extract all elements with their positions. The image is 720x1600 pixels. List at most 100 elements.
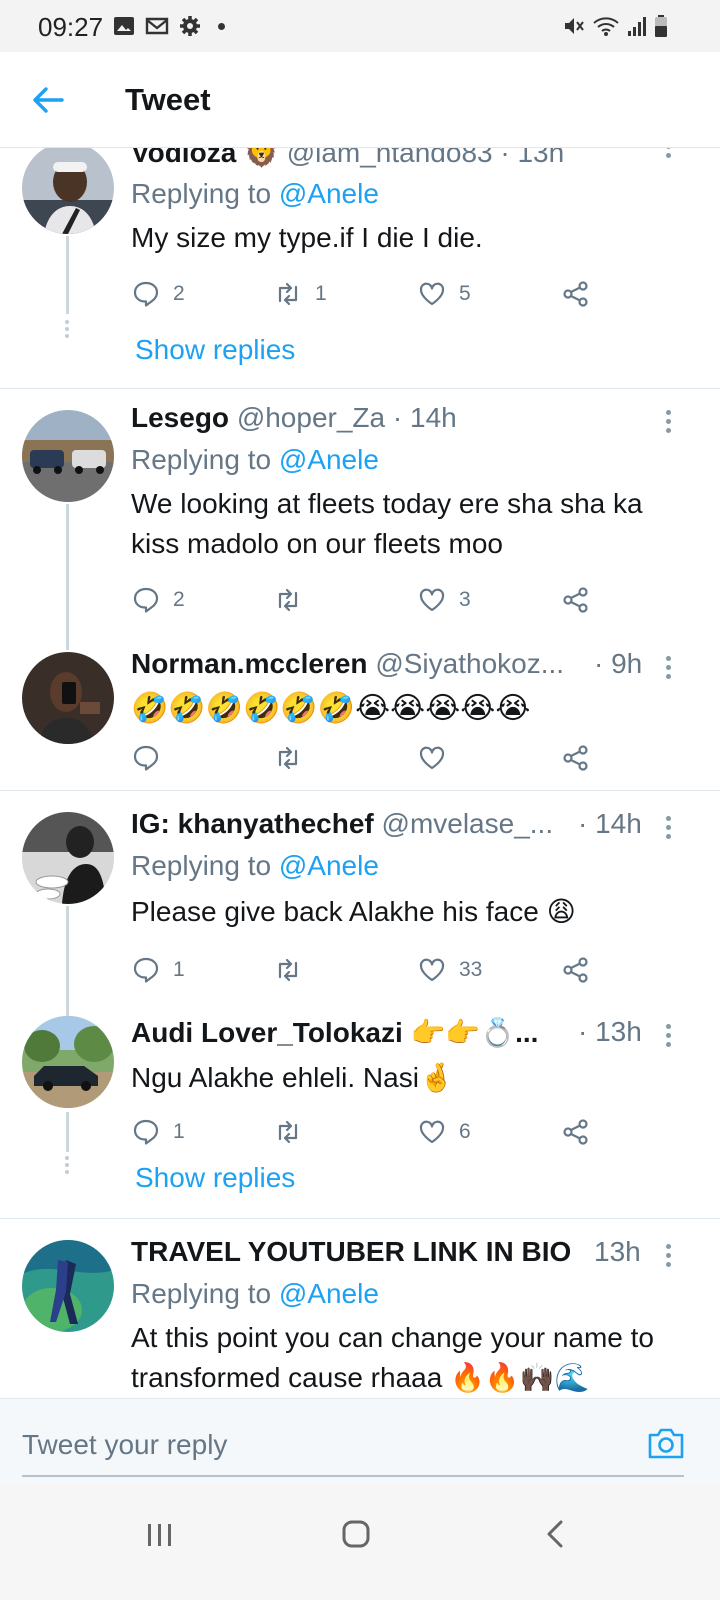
more-icon[interactable]	[666, 410, 676, 437]
heart-icon	[419, 746, 445, 770]
battery-icon	[655, 15, 667, 37]
like-button[interactable]: 5	[417, 276, 471, 312]
avatar[interactable]	[22, 410, 114, 502]
like-button[interactable]: 3	[417, 582, 471, 618]
like-button[interactable]	[417, 740, 459, 776]
tweet-card[interactable]: TRAVEL YOUTUBER LINK IN BIO ... 13h Repl…	[0, 1236, 720, 1398]
share-button[interactable]	[561, 1114, 591, 1150]
reply-button[interactable]: 1	[131, 1114, 185, 1150]
tweet-text: My size my type.if I die I die.	[131, 222, 483, 253]
retweet-button[interactable]	[273, 582, 315, 618]
tweet-text: We looking at fleets today ere sha sha k…	[131, 488, 643, 559]
tweet-meta: Audi Lover_Tolokazi 👉👉💍...	[131, 1016, 550, 1052]
thread-line	[66, 1112, 69, 1152]
tweet-actions: 2 3	[131, 582, 601, 618]
more-icon[interactable]	[666, 1024, 676, 1051]
page-title: Tweet	[125, 82, 211, 117]
share-button[interactable]	[561, 952, 591, 988]
more-icon[interactable]	[666, 1244, 676, 1271]
thread-dots	[65, 1156, 70, 1177]
more-icon[interactable]	[666, 656, 676, 683]
reply-button[interactable]	[131, 740, 173, 776]
retweet-button[interactable]: 1	[273, 276, 327, 312]
avatar[interactable]	[22, 652, 114, 744]
reply-button[interactable]: 1	[131, 952, 185, 988]
share-button[interactable]	[561, 276, 591, 312]
like-button[interactable]: 6	[417, 1114, 471, 1150]
replying-label: Replying to	[131, 850, 272, 881]
like-button[interactable]: 33	[417, 952, 482, 988]
app-header: Tweet	[0, 52, 720, 148]
tweet-card[interactable]: Norman.mccleren @Siyathokoz... · 9h 🤣🤣🤣🤣…	[0, 648, 720, 788]
back-icon[interactable]	[536, 1514, 576, 1554]
share-button[interactable]	[561, 740, 591, 776]
reply-icon	[133, 587, 159, 613]
reply-icon	[133, 281, 159, 307]
reply-underline	[22, 1475, 684, 1477]
reply-button[interactable]: 2	[131, 276, 185, 312]
replying-to: Replying to @Anele	[131, 444, 379, 476]
tweet-meta: Vodloza 🦁 @iam_ntando83 · 13h	[131, 148, 660, 172]
recent-apps-icon[interactable]	[140, 1514, 180, 1554]
like-count: 33	[459, 958, 483, 981]
tweet-time: · 13h	[578, 1016, 642, 1047]
share-icon	[563, 1119, 588, 1145]
tweet-actions: 1 33	[131, 952, 601, 988]
display-name[interactable]: IG: khanyathechef	[131, 808, 374, 839]
gallery-icon	[114, 17, 134, 35]
tweet-card[interactable]: Vodloza 🦁 @iam_ntando83 · 13h Replying t…	[0, 148, 720, 388]
user-handle: @mvelase_...	[381, 808, 554, 839]
tweet-meta: IG: khanyathechef @mvelase_...	[131, 808, 570, 844]
mention-link[interactable]: @Anele	[279, 1278, 379, 1309]
user-handle: @iam_ntando83	[286, 148, 493, 168]
reply-input[interactable]: Tweet your reply	[22, 1429, 227, 1461]
camera-icon[interactable]	[646, 1425, 686, 1461]
retweet-icon	[278, 746, 298, 770]
mention-link[interactable]: @Anele	[279, 178, 379, 209]
tweet-time: · 13h	[500, 148, 565, 168]
retweet-icon	[278, 1120, 298, 1144]
reply-count: 1	[173, 958, 185, 981]
replying-label: Replying to	[131, 178, 272, 209]
retweet-button[interactable]	[273, 952, 315, 988]
share-icon	[563, 281, 588, 307]
reply-count: 1	[173, 1120, 185, 1143]
display-name[interactable]: Audi Lover_Tolokazi 👉👉💍...	[131, 1017, 538, 1048]
home-icon[interactable]	[336, 1514, 376, 1554]
tweet-card[interactable]: IG: khanyathechef @mvelase_... · 14h Rep…	[0, 808, 720, 1016]
tweet-time: · 14h	[392, 402, 457, 433]
display-name[interactable]: Norman.mccleren	[131, 648, 368, 679]
tweet-card[interactable]: Lesego @hoper_Za · 14h Replying to @Anel…	[0, 402, 720, 650]
tweet-text: Ngu Alakhe ehleli. Nasi🤞	[131, 1062, 454, 1093]
reply-button[interactable]: 2	[131, 582, 185, 618]
reply-icon	[133, 957, 159, 983]
retweet-button[interactable]	[273, 1114, 315, 1150]
mention-link[interactable]: @Anele	[279, 850, 379, 881]
share-icon	[563, 745, 588, 771]
avatar[interactable]	[22, 1016, 114, 1108]
tweet-time: · 9h	[594, 648, 643, 679]
retweet-icon	[278, 282, 298, 306]
display-name[interactable]: Vodloza 🦁	[131, 148, 279, 168]
status-time: 09:27	[38, 12, 104, 42]
more-icon[interactable]	[666, 148, 676, 162]
show-replies-link[interactable]: Show replies	[135, 334, 295, 366]
display-name[interactable]: Lesego	[131, 402, 229, 433]
replying-label: Replying to	[131, 444, 272, 475]
heart-icon	[419, 958, 445, 982]
tweet-meta: TRAVEL YOUTUBER LINK IN BIO ...	[131, 1236, 570, 1272]
reply-feed: Vodloza 🦁 @iam_ntando83 · 13h Replying t…	[0, 148, 720, 1398]
system-nav-bar	[0, 1484, 720, 1600]
avatar[interactable]	[22, 1240, 114, 1332]
display-name[interactable]: TRAVEL YOUTUBER LINK IN BIO ...	[131, 1236, 570, 1267]
mention-link[interactable]: @Anele	[279, 444, 379, 475]
show-replies-link[interactable]: Show replies	[135, 1162, 295, 1194]
avatar[interactable]	[22, 148, 114, 234]
retweet-button[interactable]	[273, 740, 315, 776]
share-button[interactable]	[561, 582, 591, 618]
more-icon[interactable]	[666, 816, 676, 843]
avatar[interactable]	[22, 812, 114, 904]
wifi-icon	[593, 17, 619, 36]
arrow-left-icon[interactable]	[26, 78, 70, 122]
tweet-card[interactable]: Audi Lover_Tolokazi 👉👉💍... · 13h Ngu Ala…	[0, 1016, 720, 1216]
